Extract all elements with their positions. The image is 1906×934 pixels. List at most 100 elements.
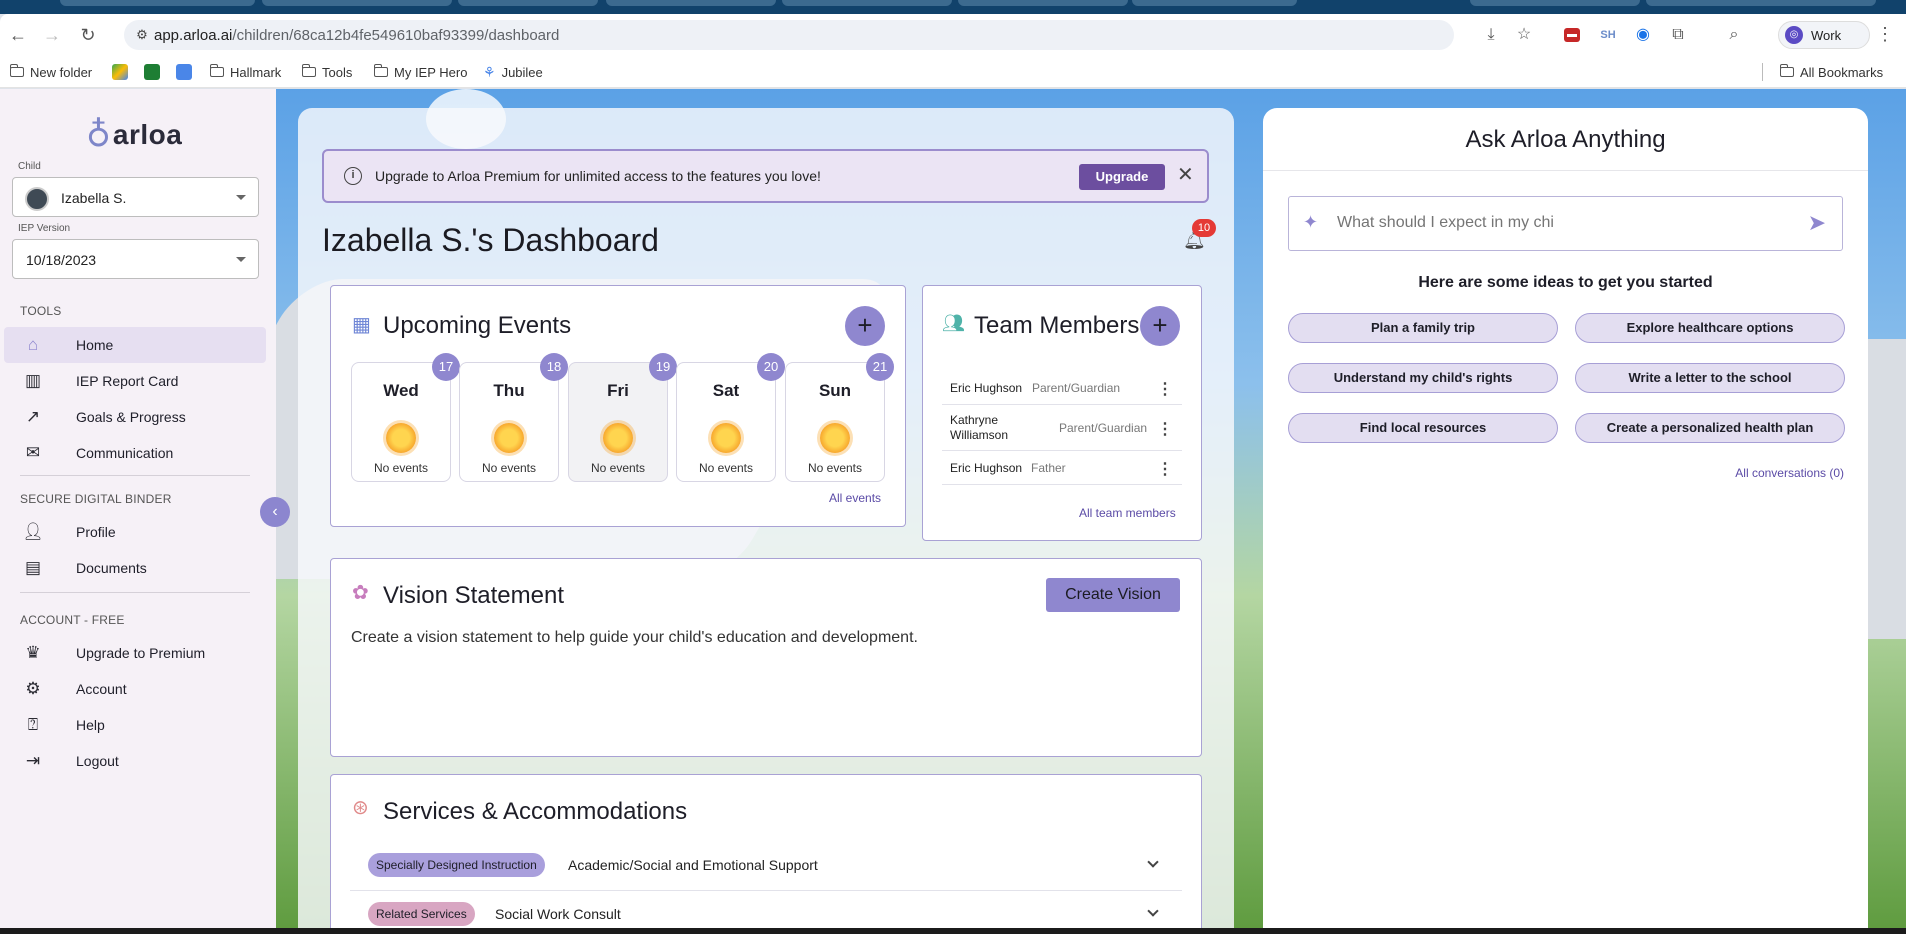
child-label: Child	[18, 161, 41, 172]
tab-search-icon[interactable]: ⌕	[1723, 25, 1745, 45]
sidebar-item-iep-report-card[interactable]: ▥ IEP Report Card	[4, 363, 266, 399]
day-card-wed[interactable]: Wed No events 17	[351, 353, 460, 482]
iep-version-select[interactable]: 10/18/2023	[12, 239, 259, 279]
browser-tab-strip	[0, 0, 1906, 14]
chevron-down-icon	[236, 195, 246, 200]
close-icon[interactable]: ✕	[1177, 162, 1194, 187]
ask-input[interactable]	[1337, 211, 1787, 235]
arloa-logo[interactable]: ♁ arloa	[86, 115, 182, 155]
bookmark-my-iep-hero[interactable]: My IEP Hero	[373, 63, 467, 81]
browser-tab[interactable]	[262, 0, 452, 6]
child-select[interactable]: Izabella S.	[12, 177, 259, 217]
idea-chip[interactable]: Create a personalized health plan	[1575, 413, 1845, 443]
bookmark-favicon-2[interactable]	[144, 63, 160, 81]
extension-sh-icon[interactable]: SH	[1597, 25, 1619, 45]
sidebar-item-documents[interactable]: ▤ Documents	[4, 550, 266, 586]
member-more-icon[interactable]: ⋮	[1157, 459, 1173, 479]
vision-description: Create a vision statement to help guide …	[351, 629, 918, 646]
sidebar-item-logout[interactable]: ⇥ Logout	[4, 743, 266, 779]
bookmark-favicon-icon	[112, 64, 128, 80]
member-name: Eric Hughson	[950, 381, 1023, 395]
create-vision-button[interactable]: Create Vision	[1046, 578, 1180, 612]
sidebar-item-goals-progress[interactable]: ↗ Goals & Progress	[4, 399, 266, 435]
sun-icon	[494, 423, 524, 453]
day-card-fri[interactable]: Fri No events 19	[568, 353, 677, 482]
app-sidebar: ♁ arloa Child Izabella S. IEP Version 10…	[0, 89, 276, 934]
folder-icon	[209, 64, 224, 77]
browser-menu-icon[interactable]: ⋮	[1876, 24, 1894, 45]
idea-chip[interactable]: Write a letter to the school	[1575, 363, 1845, 393]
extension-red-icon[interactable]: ▬	[1564, 28, 1580, 42]
sidebar-item-communication[interactable]: ✉ Communication	[4, 435, 266, 471]
bookmark-favicon-1[interactable]	[112, 63, 128, 81]
extensions-puzzle-icon[interactable]: ⧉	[1667, 25, 1689, 45]
browser-tab[interactable]	[958, 0, 1128, 6]
bookmark-star-icon[interactable]: ☆	[1513, 25, 1535, 45]
all-bookmarks[interactable]: All Bookmarks	[1779, 63, 1883, 81]
lifebuoy-icon: ⊛	[352, 797, 369, 819]
panel-divider	[1263, 170, 1868, 171]
url-text[interactable]: app.arloa.ai/children/68ca12b4fe549610ba…	[154, 27, 559, 44]
window-bottom-edge	[0, 928, 1906, 934]
ask-arloa-title: Ask Arloa Anything	[1465, 126, 1666, 153]
upgrade-button[interactable]: Upgrade	[1079, 164, 1165, 190]
row-divider	[942, 404, 1182, 405]
site-settings-icon[interactable]: ⚙	[134, 27, 150, 43]
extension-circle-icon[interactable]: ◉	[1632, 25, 1654, 45]
sidebar-item-account[interactable]: ⚙ Account	[4, 671, 266, 707]
bookmark-tools[interactable]: Tools	[301, 63, 352, 81]
bookmark-favicon-3[interactable]	[176, 63, 192, 81]
idea-chip[interactable]: Understand my child's rights	[1288, 363, 1558, 393]
browser-tab[interactable]	[1646, 0, 1876, 6]
profile-label: Work	[1811, 28, 1842, 43]
sidebar-item-label: Account	[76, 681, 127, 697]
browser-tab[interactable]	[60, 0, 255, 6]
sidebar-item-home[interactable]: ⌂ Home	[4, 327, 266, 363]
sidebar-item-upgrade[interactable]: ♛ Upgrade to Premium	[4, 635, 266, 671]
sidebar-item-label: Profile	[76, 524, 116, 540]
all-team-members-link[interactable]: All team members	[1079, 506, 1176, 520]
idea-chip[interactable]: Find local resources	[1288, 413, 1558, 443]
sidebar-item-profile[interactable]: 👤︎ Profile	[4, 514, 266, 550]
send-icon[interactable]: ➤	[1808, 210, 1826, 236]
browser-tab[interactable]	[1132, 0, 1297, 6]
member-role: Parent/Guardian	[1059, 421, 1148, 435]
person-icon: 👤︎	[22, 522, 44, 541]
idea-chip[interactable]: Plan a family trip	[1288, 313, 1558, 343]
add-event-button[interactable]: +	[845, 306, 885, 346]
day-card-thu[interactable]: Thu No events 18	[459, 353, 568, 482]
reload-icon[interactable]: ↻	[76, 23, 100, 47]
profile-button[interactable]: ◎ Work	[1778, 21, 1870, 49]
address-bar[interactable]: ⚙ app.arloa.ai/children/68ca12b4fe549610…	[124, 20, 1454, 50]
day-card-sat[interactable]: Sat No events 20	[676, 353, 785, 482]
member-more-icon[interactable]: ⋮	[1157, 379, 1173, 399]
bookmark-new-folder[interactable]: New folder	[9, 63, 92, 81]
forward-arrow-icon[interactable]: →	[40, 23, 64, 47]
child-select-value: Izabella S.	[61, 190, 127, 206]
account-section-label: ACCOUNT - FREE	[20, 613, 125, 627]
install-app-icon[interactable]: ⤓	[1480, 25, 1502, 45]
bookmark-jubilee[interactable]: ⚘ Jubilee	[483, 63, 543, 81]
service-label: Academic/Social and Emotional Support	[568, 857, 818, 873]
apple-logo-icon: ♁	[86, 115, 111, 155]
sidebar-item-help[interactable]: ⍰ Help	[4, 707, 266, 743]
sun-icon	[603, 423, 633, 453]
add-team-member-button[interactable]: +	[1140, 306, 1180, 346]
back-arrow-icon[interactable]: ←	[6, 23, 30, 47]
service-label: Social Work Consult	[495, 906, 621, 922]
all-conversations-link[interactable]: All conversations (0)	[1735, 466, 1844, 480]
idea-chip[interactable]: Explore healthcare options	[1575, 313, 1845, 343]
ask-input-field[interactable]: ✦ ➤	[1288, 196, 1843, 251]
browser-tab[interactable]	[458, 0, 598, 6]
day-card-sun[interactable]: Sun No events 21	[785, 353, 894, 482]
member-more-icon[interactable]: ⋮	[1157, 419, 1173, 439]
browser-tab[interactable]	[1470, 0, 1640, 6]
bookmark-hallmark[interactable]: Hallmark	[209, 63, 281, 81]
browser-tab[interactable]	[782, 0, 952, 6]
url-host: app.arloa.ai	[154, 27, 233, 44]
all-events-link[interactable]: All events	[829, 491, 881, 505]
browser-tab[interactable]	[606, 0, 776, 6]
day-events-text: No events	[481, 461, 537, 475]
member-role: Father	[1031, 461, 1066, 475]
collapse-sidebar-button[interactable]: ‹	[260, 497, 290, 527]
